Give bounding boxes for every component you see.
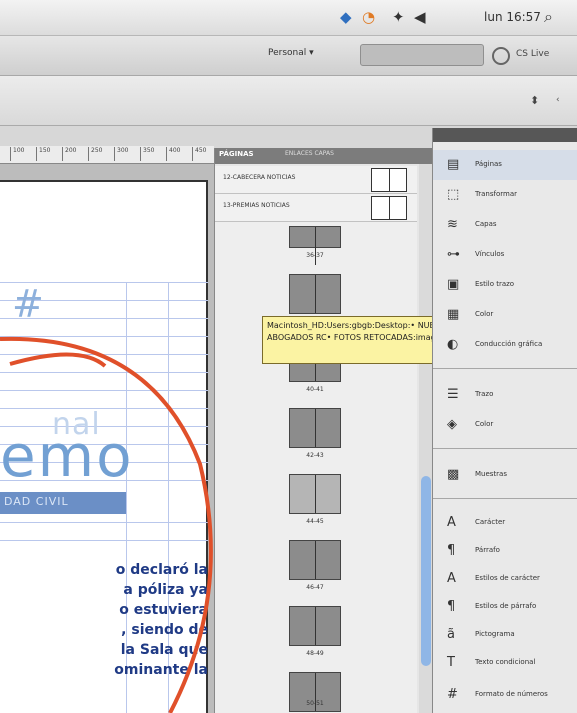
cs-live-icon[interactable] bbox=[492, 47, 510, 65]
panel-item-links[interactable]: ⊶ Vínculos bbox=[433, 240, 577, 270]
spread-label: 46-47 bbox=[306, 584, 324, 591]
red-ellipse-drawing[interactable] bbox=[0, 164, 214, 713]
panel-item-swatches[interactable]: ▩ Muestras bbox=[433, 460, 577, 490]
panel-separator bbox=[433, 448, 577, 449]
clock[interactable]: lun 16:57 bbox=[484, 10, 541, 24]
panel-item-color[interactable]: ▦ Color bbox=[433, 300, 577, 330]
panel-item-paragraph[interactable]: ¶ Párrafo bbox=[433, 536, 577, 566]
tab-links-layers[interactable]: ENLACES CAPAS bbox=[285, 150, 334, 157]
panel-item-para-styles[interactable]: ¶ Estilos de párrafo bbox=[433, 592, 577, 622]
panel-item-character[interactable]: A Carácter bbox=[433, 508, 577, 538]
master-thumbnail[interactable] bbox=[371, 196, 407, 220]
stroke-icon: ▣ bbox=[447, 277, 460, 292]
pages-panel: PÁGINAS ENLACES CAPAS 12-CABECERA NOTICI… bbox=[214, 148, 433, 713]
panel-item-color-2[interactable]: ◈ Color bbox=[433, 410, 577, 440]
cs-live-button[interactable]: CS Live bbox=[516, 49, 549, 59]
panel-item-stroke[interactable]: ▣ Estilo trazo bbox=[433, 270, 577, 300]
spreads-list[interactable]: 36-37 38-39 40-41 42-43 44-45 46-47 48-4… bbox=[215, 222, 417, 713]
master-label: 13-PREMIAS NOTICIAS bbox=[223, 202, 290, 209]
app-icon[interactable]: ◆ bbox=[340, 9, 352, 26]
spread-thumbnail[interactable] bbox=[289, 606, 341, 646]
panel-item-pages[interactable]: ▤ Páginas bbox=[433, 150, 577, 180]
spread-label: 36-37 bbox=[306, 252, 324, 259]
ruler-tick: 250 bbox=[88, 147, 102, 161]
ruler-tick: 350 bbox=[140, 147, 154, 161]
swatches-icon: ▩ bbox=[447, 467, 460, 482]
control-bar: ⬍ ‹ bbox=[0, 76, 577, 126]
pages-scrollbar-thumb[interactable] bbox=[421, 476, 431, 666]
spread-thumbnail[interactable] bbox=[289, 540, 341, 580]
panel-item-transform[interactable]: ⬚ Transformar bbox=[433, 180, 577, 210]
spread-thumbnail[interactable] bbox=[289, 226, 341, 265]
ruler-tick: 200 bbox=[62, 147, 76, 161]
color-icon: ▦ bbox=[447, 307, 460, 322]
panel-dock-header[interactable] bbox=[433, 128, 577, 142]
system-menu-bar: ◆ ◔ ✦ ◀ lun 16:57 ⌕ bbox=[0, 0, 577, 36]
search-icon[interactable]: ⌕ bbox=[544, 7, 553, 27]
panel-item-conditional-text[interactable]: T Texto condicional bbox=[433, 648, 577, 678]
horizontal-ruler[interactable]: 100 150 200 250 300 350 400 450 bbox=[0, 146, 214, 164]
panel-separator bbox=[433, 368, 577, 369]
search-input[interactable] bbox=[360, 44, 484, 66]
panel-dock: ▤ Páginas ⬚ Transformar ≋ Capas ⊶ Víncul… bbox=[432, 128, 577, 713]
spread-label: 40-41 bbox=[306, 386, 324, 393]
spread-thumbnail[interactable] bbox=[289, 408, 341, 448]
conditional-text-icon: T bbox=[447, 655, 455, 670]
panel-item-trazo[interactable]: ☰ Trazo bbox=[433, 380, 577, 410]
effects-icon: ◐ bbox=[447, 337, 459, 352]
panel-item-glyphs[interactable]: ã Pictograma bbox=[433, 620, 577, 650]
pages-icon: ▤ bbox=[447, 157, 460, 172]
bluetooth-icon[interactable]: ✦ bbox=[392, 9, 405, 26]
spread-label: 48-49 bbox=[306, 650, 324, 657]
panel-item-layers[interactable]: ≋ Capas bbox=[433, 210, 577, 240]
app-toolbar: Personal ▾ CS Live bbox=[0, 36, 577, 76]
panel-item-number-format[interactable]: # Formato de números bbox=[433, 680, 577, 710]
ruler-tick: 400 bbox=[166, 147, 180, 161]
transform-icon: ⬚ bbox=[447, 187, 460, 202]
ruler-tick: 300 bbox=[114, 147, 128, 161]
trazo-icon: ☰ bbox=[447, 387, 459, 402]
links-icon: ⊶ bbox=[447, 247, 460, 262]
spread-label: 44-45 bbox=[306, 518, 324, 525]
master-label: 12-CABECERA NOTICIAS bbox=[223, 174, 296, 181]
para-styles-icon: ¶ bbox=[447, 599, 456, 614]
panel-item-char-styles[interactable]: A Estilos de carácter bbox=[433, 564, 577, 594]
char-styles-icon: A bbox=[447, 571, 456, 586]
spread-label: 42-43 bbox=[306, 452, 324, 459]
layers-icon: ≋ bbox=[447, 217, 458, 232]
control-field[interactable]: ‹ bbox=[556, 95, 560, 105]
ruler-tick: 100 bbox=[10, 147, 24, 161]
color-swatch-icon: ◈ bbox=[447, 417, 457, 432]
master-page-item[interactable]: 13-PREMIAS NOTICIAS bbox=[215, 194, 417, 222]
glyphs-icon: ã bbox=[447, 627, 455, 642]
paragraph-icon: ¶ bbox=[447, 543, 456, 558]
spread-label: 50-51 bbox=[306, 700, 324, 707]
master-page-item[interactable]: 12-CABECERA NOTICIAS bbox=[215, 166, 417, 194]
tab-pages[interactable]: PÁGINAS bbox=[219, 150, 254, 158]
number-format-icon: # bbox=[447, 687, 458, 702]
indesign-window: ◆ ◔ ✦ ◀ lun 16:57 ⌕ Personal ▾ CS Live ⬍… bbox=[0, 0, 577, 713]
ruler-tick: 450 bbox=[192, 147, 206, 161]
master-thumbnail[interactable] bbox=[371, 168, 407, 192]
character-icon: A bbox=[447, 515, 456, 530]
workspace-switcher[interactable]: Personal ▾ bbox=[268, 48, 314, 58]
ruler-tick: 150 bbox=[36, 147, 50, 161]
volume-icon[interactable]: ◀ bbox=[414, 9, 426, 26]
spread-thumbnail[interactable] bbox=[289, 274, 341, 314]
time-machine-icon[interactable]: ◔ bbox=[362, 9, 375, 26]
panel-item-effects[interactable]: ◐ Conducción gráfica bbox=[433, 330, 577, 360]
panel-separator bbox=[433, 498, 577, 499]
stepper-arrows-icon[interactable]: ⬍ bbox=[530, 94, 539, 107]
spread-thumbnail[interactable] bbox=[289, 474, 341, 514]
pages-panel-header: PÁGINAS ENLACES CAPAS bbox=[215, 148, 433, 164]
